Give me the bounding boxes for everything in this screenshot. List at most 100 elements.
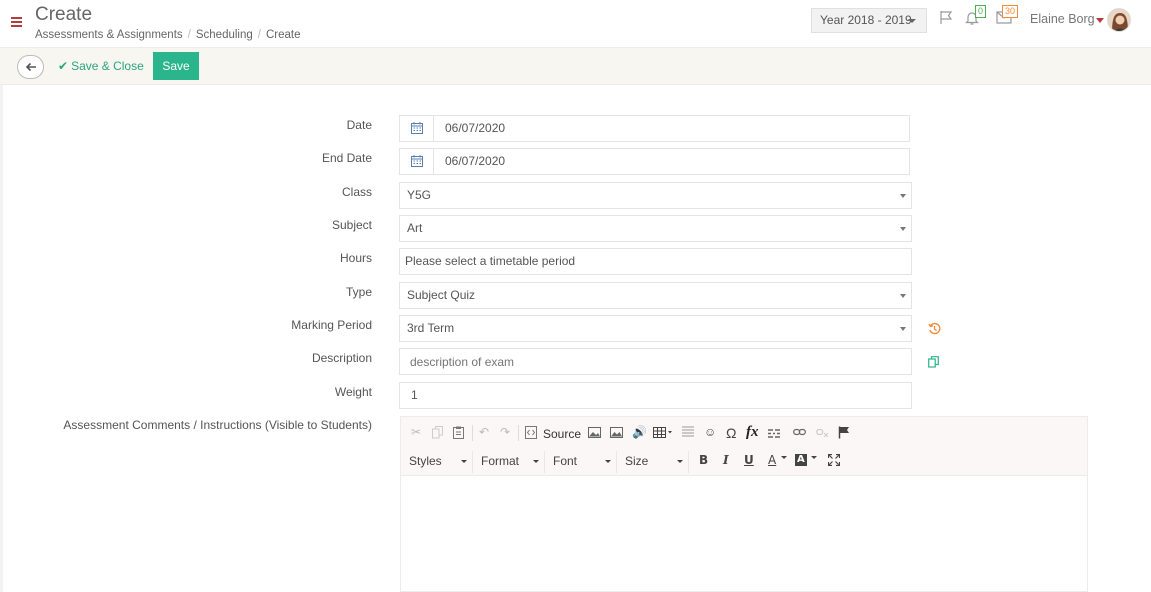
avatar[interactable] — [1107, 8, 1131, 32]
anchor-flag-icon[interactable] — [838, 426, 850, 439]
chevron-down-icon — [605, 460, 611, 463]
comments-label: Assessment Comments / Instructions (Visi… — [63, 418, 372, 432]
hours-value: Please select a timetable period — [405, 254, 576, 268]
marking-period-label: Marking Period — [291, 318, 372, 332]
user-name[interactable]: Elaine Borg — [1030, 12, 1095, 26]
link-icon[interactable] — [793, 428, 806, 436]
description-label: Description — [311, 351, 372, 365]
history-icon[interactable] — [928, 322, 941, 335]
format-dropdown-label: Format — [481, 454, 520, 468]
redo-icon[interactable]: ↷ — [500, 425, 510, 439]
subject-select[interactable]: Art — [399, 215, 912, 242]
weight-value: 1 — [411, 388, 418, 402]
end-date-value: 06/07/2020 — [445, 154, 506, 168]
calendar-icon — [411, 155, 423, 167]
bold-button[interactable]: B — [699, 453, 708, 467]
save-button[interactable]: Save — [153, 52, 199, 80]
class-select-value: Y5G — [407, 188, 432, 202]
chevron-down-icon — [908, 19, 916, 23]
date-picker-button[interactable] — [400, 116, 434, 141]
editor-content-area[interactable] — [401, 477, 1087, 591]
format-dropdown[interactable]: Format — [477, 451, 545, 473]
subject-label: Subject — [331, 218, 372, 232]
checkmark-icon: ✔ — [58, 59, 69, 73]
year-select-value: Year 2018 - 2019 — [820, 13, 912, 27]
undo-icon[interactable]: ↶ — [479, 425, 489, 439]
styles-dropdown-label: Styles — [409, 454, 442, 468]
chevron-down-icon — [461, 460, 467, 463]
hours-label: Hours — [339, 251, 372, 265]
underline-button[interactable]: U — [744, 453, 754, 467]
save-and-close-button[interactable]: ✔ Save & Close — [58, 59, 144, 73]
image-alt-icon[interactable] — [610, 427, 623, 438]
editor-toolbar: ✂ ↶ ↷ Source 🔊 ☺ Ω fx Styles Format Font — [401, 417, 1087, 476]
image-icon[interactable] — [588, 427, 601, 438]
italic-button[interactable]: I — [723, 453, 729, 467]
left-divider — [0, 85, 3, 592]
end-date-label: End Date — [321, 151, 372, 165]
date-field[interactable]: 06/07/2020 — [399, 115, 910, 142]
chevron-down-icon — [900, 327, 906, 331]
date-label: Date — [346, 118, 372, 132]
date-value: 06/07/2020 — [445, 121, 506, 135]
unlink-icon[interactable] — [816, 428, 829, 437]
notifications-badge: 0 — [975, 5, 987, 18]
page-break-icon[interactable] — [768, 429, 780, 438]
end-date-field[interactable]: 06/07/2020 — [399, 148, 910, 175]
maximize-icon[interactable] — [828, 454, 840, 466]
audio-icon[interactable]: 🔊 — [632, 425, 647, 439]
rich-text-editor: ✂ ↶ ↷ Source 🔊 ☺ Ω fx Styles Format Font — [400, 416, 1088, 592]
source-icon[interactable] — [525, 426, 537, 439]
horizontal-rule-icon[interactable] — [682, 426, 694, 439]
chevron-down-icon — [677, 460, 683, 463]
text-color-button[interactable]: A — [768, 453, 776, 467]
copy-icon[interactable] — [928, 356, 939, 368]
chevron-down-icon — [900, 227, 906, 231]
user-menu-caret-icon[interactable] — [1096, 18, 1104, 23]
end-date-picker-button[interactable] — [400, 149, 434, 174]
size-dropdown[interactable]: Size — [621, 451, 689, 473]
hamburger-menu-icon[interactable] — [11, 17, 22, 27]
font-dropdown-label: Font — [553, 454, 578, 468]
chevron-down-icon — [900, 294, 906, 298]
subject-select-value: Art — [407, 221, 423, 235]
special-character-icon[interactable]: Ω — [726, 425, 736, 441]
background-color-button[interactable]: A — [795, 454, 807, 466]
formula-icon[interactable]: fx — [746, 424, 759, 441]
app-header: Create Assessments & Assignments / Schedul… — [0, 0, 1151, 48]
messages-badge: 30 — [1002, 5, 1019, 18]
size-dropdown-label: Size — [625, 454, 649, 468]
action-toolbar: ✔ Save & Close Save — [0, 48, 1151, 85]
breadcrumb-item-assessments[interactable]: Assessments & Assignments — [35, 29, 183, 41]
marking-period-select[interactable]: 3rd Term — [399, 315, 912, 342]
year-select[interactable]: Year 2018 - 2019 — [811, 8, 927, 33]
chevron-down-icon — [900, 194, 906, 198]
styles-dropdown[interactable]: Styles — [405, 451, 473, 473]
copy-icon[interactable] — [432, 426, 443, 439]
paste-icon[interactable] — [453, 426, 465, 439]
description-input[interactable] — [399, 348, 912, 375]
breadcrumb: Assessments & Assignments / Scheduling / Cre… — [35, 29, 301, 41]
breadcrumb-item-create: Create — [265, 29, 301, 41]
hours-field[interactable]: Please select a timetable period — [399, 248, 912, 275]
marking-period-select-value: 3rd Term — [407, 321, 455, 335]
arrow-left-icon — [25, 62, 36, 72]
save-and-close-label: Save & Close — [71, 59, 144, 73]
chevron-down-icon — [533, 460, 539, 463]
source-button[interactable]: Source — [543, 427, 581, 441]
table-icon[interactable] — [653, 427, 673, 438]
chevron-down-icon — [781, 456, 787, 459]
cut-icon[interactable]: ✂ — [411, 425, 421, 439]
class-select[interactable]: Y5G — [399, 182, 912, 209]
flag-icon[interactable] — [939, 10, 953, 25]
smiley-icon[interactable]: ☺ — [704, 425, 716, 439]
font-dropdown[interactable]: Font — [549, 451, 617, 473]
type-label: Type — [345, 285, 372, 299]
back-button[interactable] — [17, 55, 44, 79]
type-select[interactable]: Subject Quiz — [399, 282, 912, 309]
breadcrumb-item-scheduling[interactable]: Scheduling — [196, 29, 253, 41]
calendar-icon — [411, 122, 423, 134]
weight-input[interactable]: 1 — [399, 382, 912, 409]
class-label: Class — [341, 185, 372, 199]
page-title: Create — [35, 4, 93, 25]
